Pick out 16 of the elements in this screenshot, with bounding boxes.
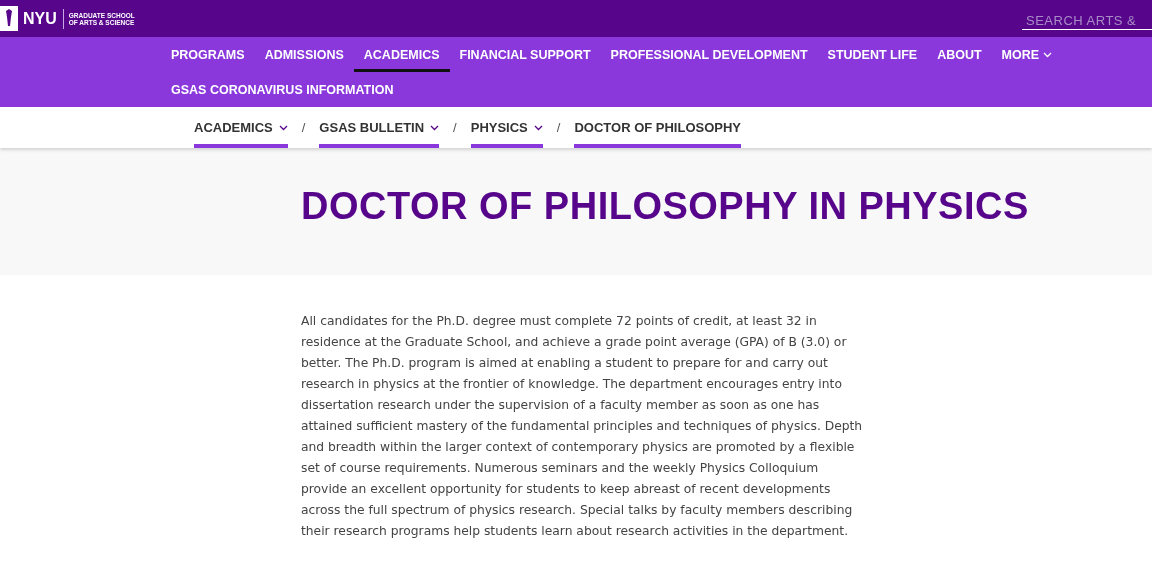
nav-link[interactable]: GSAS CORONAVIRUS INFORMATION <box>161 72 404 107</box>
nav-link[interactable]: PROFESSIONAL DEVELOPMENT <box>600 37 818 72</box>
nav-link[interactable]: STUDENT LIFE <box>817 37 928 72</box>
nav-link[interactable]: PROGRAMS <box>161 37 255 72</box>
nav-link[interactable]: FINANCIAL SUPPORT <box>449 37 601 72</box>
logo-text: NYU <box>23 8 64 29</box>
search-field[interactable]: SEARCH ARTS & <box>1022 13 1152 30</box>
body-paragraph: All candidates for the Ph.D. degree must complete 72 points of credit, at least 32 in residence at the Graduate School, and achieve a grade point average (GPA) of B (3.0) or better. The Ph.D. program is aimed at enabling a student to prepare for and carry out research in physics at the frontier of knowledge. The department encourages entry into dissertation research under the supervision of a faculty member as soon as one has attained sufficient mastery of the fundamental principles and techniques of physics. Depth and breadth within the larger context of contemporary physics are promoted by a flexible set of course requirements. Numerous seminars and the weekly Physics Colloquium provide an excellent opportunity for students to keep abreast of recent developments across the full spectrum of physics research. Special talks by faculty members describing their research programs help students learn about research activities in the department. <box>301 313 864 540</box>
nav-link[interactable]: ADMISSIONS <box>254 37 354 72</box>
page-title: DOCTOR OF PHILOSOPHY IN PHYSICS <box>301 185 1029 228</box>
breadcrumb-separator: / <box>301 119 306 137</box>
breadcrumb-separator: / <box>556 119 561 137</box>
nav-link[interactable]: ACADEMICS <box>353 37 450 72</box>
nav-link[interactable]: ABOUT <box>927 37 992 72</box>
breadcrumb-separator: / <box>453 119 457 137</box>
nav-link[interactable]: MORE <box>991 37 1063 72</box>
